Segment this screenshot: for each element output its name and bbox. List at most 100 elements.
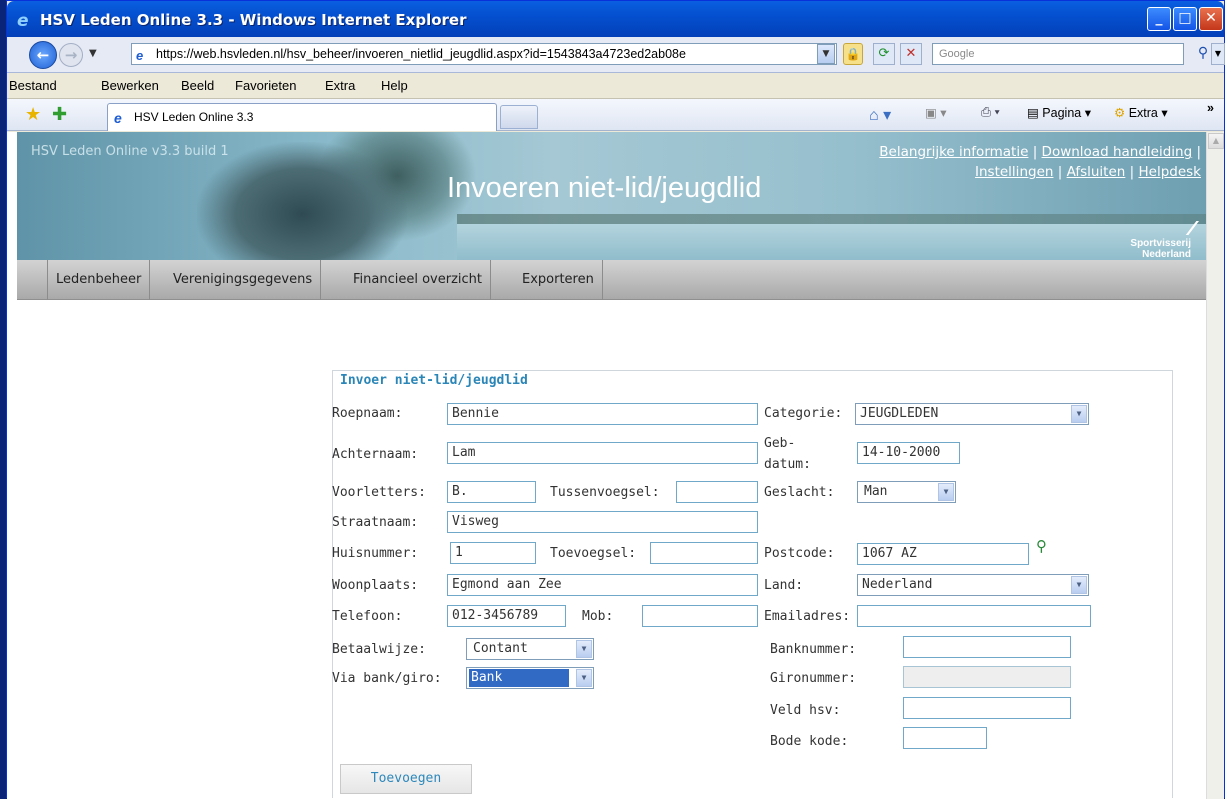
categorie-select[interactable]: JEUGDLEDEN ▼ xyxy=(855,403,1089,425)
label-roepnaam: Roepnaam: xyxy=(332,406,403,421)
via-bank-value: Bank xyxy=(469,669,569,687)
land-select[interactable]: Nederland ▼ xyxy=(857,574,1089,596)
chevron-down-icon: ▼ xyxy=(576,669,592,687)
minimize-button[interactable]: _ xyxy=(1147,7,1171,31)
chevron-down-icon: ▼ xyxy=(1071,405,1087,423)
pagina-menu[interactable]: ▤ Pagina ▾ xyxy=(1027,105,1091,120)
search-dropdown-icon[interactable]: ▼ xyxy=(1211,43,1225,65)
mob-input[interactable] xyxy=(642,605,758,627)
label-mob: Mob: xyxy=(582,609,614,624)
bode-kode-input[interactable] xyxy=(903,727,987,749)
forward-icon[interactable]: → xyxy=(59,43,83,67)
email-input[interactable] xyxy=(857,605,1091,627)
label-geb-2: datum: xyxy=(764,457,811,472)
label-voorletters: Voorletters: xyxy=(332,485,426,500)
menu-favorieten[interactable]: Favorieten xyxy=(235,78,296,93)
geslacht-value: Man xyxy=(864,484,888,499)
window-title: HSV Leden Online 3.3 - Windows Internet … xyxy=(40,11,467,29)
new-tab-button[interactable] xyxy=(500,105,538,129)
menu-bestand[interactable]: Bestand xyxy=(9,78,57,93)
roepnaam-input[interactable]: Bennie xyxy=(447,403,758,425)
ie-logo-icon: e xyxy=(17,11,29,31)
label-huisnummer: Huisnummer: xyxy=(332,546,419,561)
favorites-star-icon[interactable]: ★ xyxy=(25,104,41,125)
toevoegsel-input[interactable] xyxy=(650,542,758,564)
straatnaam-input[interactable]: Visweg xyxy=(447,511,758,533)
label-straatnaam: Straatnaam: xyxy=(332,515,419,530)
url-dropdown-icon[interactable]: ▼ xyxy=(817,44,835,64)
print-icon[interactable]: ⎙ ▾ xyxy=(981,105,1000,120)
chevron-down-icon: ▼ xyxy=(1071,576,1087,594)
tussenvoegsel-input[interactable] xyxy=(676,481,758,503)
label-geb-1: Geb- xyxy=(764,436,796,451)
url-text: https://web.hsvleden.nl/hsv_beheer/invoe… xyxy=(156,47,686,61)
label-woonplaats: Woonplaats: xyxy=(332,578,419,593)
menu-bar: Bestand Bewerken Beeld Favorieten Extra … xyxy=(7,73,1224,99)
label-email: Emailadres: xyxy=(764,609,851,624)
label-bode-kode: Bode kode: xyxy=(770,734,849,749)
close-button[interactable]: ✕ xyxy=(1199,7,1223,31)
voorletters-input[interactable]: B. xyxy=(447,481,536,503)
add-favorite-icon[interactable]: ✚ xyxy=(52,104,67,125)
refresh-icon[interactable]: ⟳ xyxy=(873,43,895,65)
postcode-input[interactable]: 1067 AZ xyxy=(857,543,1029,565)
veld-hsv-input[interactable] xyxy=(903,697,1071,719)
form-layer: Invoer niet-lid/jeugdlid Roepnaam: Benni… xyxy=(6,131,1205,798)
via-bank-select[interactable]: Bank ▼ xyxy=(466,667,594,689)
label-categorie: Categorie: xyxy=(764,406,843,421)
label-postcode: Postcode: xyxy=(764,546,835,561)
label-betaalwijze: Betaalwijze: xyxy=(332,642,426,657)
betaalwijze-value: Contant xyxy=(473,641,528,656)
label-geslacht: Geslacht: xyxy=(764,485,835,500)
tab-hsv-leden[interactable]: e HSV Leden Online 3.3 xyxy=(107,103,497,131)
feeds-icon[interactable]: ▣ ▾ xyxy=(925,105,947,120)
vertical-scrollbar[interactable]: ▲ xyxy=(1206,132,1224,799)
address-bar: ← → ▼ e https://web.hsvleden.nl/hsv_behe… xyxy=(7,37,1225,73)
lock-icon[interactable]: 🔒 xyxy=(843,43,863,65)
gebdatum-input[interactable]: 14-10-2000 xyxy=(857,442,960,464)
woonplaats-input[interactable]: Egmond aan Zee xyxy=(447,574,758,596)
form-title: Invoer niet-lid/jeugdlid xyxy=(340,373,528,388)
label-veld-hsv: Veld hsv: xyxy=(770,703,841,718)
home-icon[interactable]: ⌂ ▾ xyxy=(869,105,891,125)
menu-beeld[interactable]: Beeld xyxy=(181,78,214,93)
telefoon-input[interactable]: 012-3456789 xyxy=(447,605,566,627)
toevoegen-button[interactable]: Toevoegen xyxy=(340,764,472,794)
betaalwijze-select[interactable]: Contant ▼ xyxy=(466,638,594,660)
label-via-bank: Via bank/giro: xyxy=(332,671,442,686)
tab-label: HSV Leden Online 3.3 xyxy=(134,110,254,124)
history-dropdown-icon[interactable]: ▼ xyxy=(89,48,97,59)
stop-icon[interactable]: ✕ xyxy=(900,43,922,65)
chevron-right-icon[interactable]: » xyxy=(1207,101,1214,115)
menu-extra[interactable]: Extra xyxy=(325,78,355,93)
label-telefoon: Telefoon: xyxy=(332,609,403,624)
search-icon[interactable]: ⚲ xyxy=(1193,43,1213,65)
tab-ie-icon: e xyxy=(114,110,122,126)
achternaam-input[interactable]: Lam xyxy=(447,442,758,464)
label-land: Land: xyxy=(764,578,804,593)
categorie-value: JEUGDLEDEN xyxy=(860,406,939,421)
banknummer-input[interactable] xyxy=(903,636,1071,658)
land-value: Nederland xyxy=(862,577,933,592)
label-gironummer: Gironummer: xyxy=(770,671,857,686)
label-toevoegsel: Toevoegsel: xyxy=(550,546,637,561)
menu-bewerken[interactable]: Bewerken xyxy=(101,78,159,93)
label-achternaam: Achternaam: xyxy=(332,447,419,462)
magnifier-search-icon[interactable]: ⚲ xyxy=(1036,537,1056,557)
command-bar: ★ ✚ e HSV Leden Online 3.3 ⌂ ▾ ▣ ▾ ⎙ ▾ ▤… xyxy=(7,99,1224,131)
gironummer-input[interactable] xyxy=(903,666,1071,688)
page-icon: e xyxy=(136,48,144,63)
menu-help[interactable]: Help xyxy=(381,78,408,93)
chevron-down-icon: ▼ xyxy=(938,483,954,501)
search-input[interactable]: Google xyxy=(932,43,1184,65)
label-tussenvoegsel: Tussenvoegsel: xyxy=(550,485,660,500)
pagina-label: Pagina xyxy=(1042,106,1082,120)
back-icon[interactable]: ← xyxy=(29,41,57,69)
url-input[interactable]: e https://web.hsvleden.nl/hsv_beheer/inv… xyxy=(131,43,837,65)
extra-menu[interactable]: ⚙ Extra ▾ xyxy=(1114,105,1168,120)
chevron-down-icon: ▼ xyxy=(576,640,592,658)
scroll-up-icon[interactable]: ▲ xyxy=(1208,133,1224,149)
geslacht-select[interactable]: Man ▼ xyxy=(857,481,956,503)
huisnummer-input[interactable]: 1 xyxy=(450,542,536,564)
maximize-button[interactable]: □ xyxy=(1173,7,1197,31)
